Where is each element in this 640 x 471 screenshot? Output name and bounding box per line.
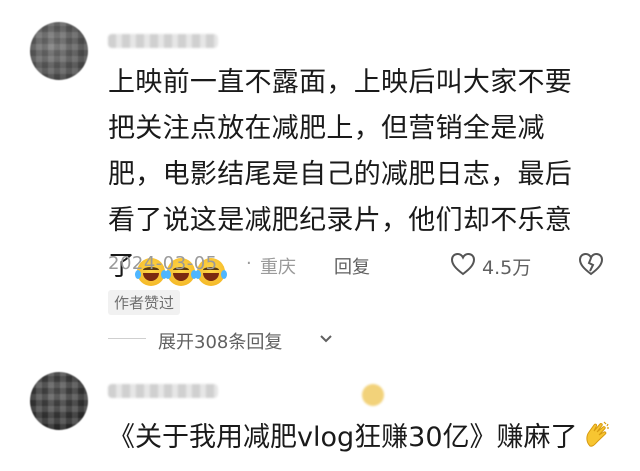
- expand-replies-label[interactable]: 展开308条回复: [158, 328, 282, 354]
- expand-divider: [108, 338, 146, 339]
- avatar[interactable]: [30, 22, 88, 80]
- like-count: 4.5万: [482, 257, 532, 279]
- comment-body: 《关于我用减肥vlog狂赚30亿》赚麻了: [108, 422, 578, 453]
- reply-button[interactable]: 回复: [334, 253, 370, 279]
- comment-text: 《关于我用减肥vlog狂赚30亿》赚麻了: [108, 418, 628, 458]
- heart-outline-icon[interactable]: [450, 252, 476, 276]
- meta-separator: ·: [246, 253, 252, 274]
- broken-heart-icon[interactable]: [578, 252, 604, 276]
- comment-date: 2024-03-05: [108, 253, 218, 274]
- chevron-down-icon[interactable]: [318, 330, 334, 346]
- comment-location: 重庆: [260, 257, 296, 278]
- clapping-hands-emoji-icon: [585, 421, 609, 447]
- comment-meta: 2024-03-05 · 重庆 回复 4.5万: [108, 250, 608, 280]
- avatar[interactable]: [30, 372, 88, 430]
- username-blurred[interactable]: [108, 34, 218, 48]
- author-liked-badge: 作者赞过: [108, 290, 181, 315]
- username-blurred[interactable]: [108, 384, 218, 398]
- user-badge-icon: [362, 384, 384, 406]
